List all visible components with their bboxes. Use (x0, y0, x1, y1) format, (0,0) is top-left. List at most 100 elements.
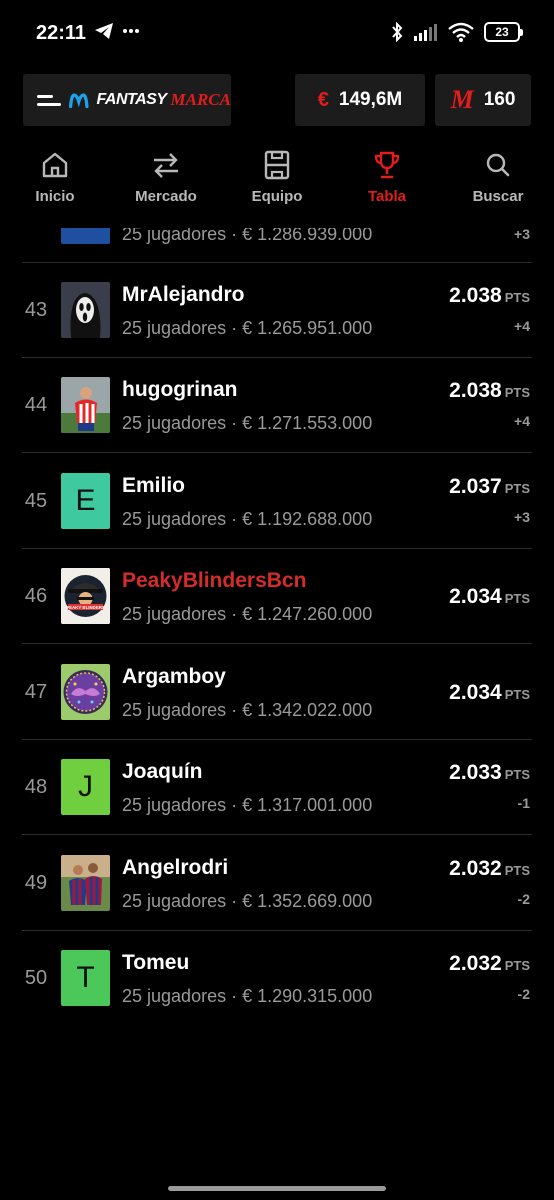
points-diff: -2 (517, 891, 530, 907)
marca-m-icon: M (450, 85, 474, 114)
points: 2.038 PTS (449, 284, 530, 308)
team-meta: 25 jugadores · € 1.342.022.000 (122, 700, 373, 720)
rank: 49 (24, 872, 48, 894)
list-item[interactable]: 43 MrAlejandro 25 jugadores · € 1.265.95… (0, 263, 554, 358)
team-name: PeakyBlindersBcn (122, 569, 307, 592)
main-tabs: Inicio Mercado Equipo Tabla Buscar (0, 150, 554, 222)
app-header: FANTASY MARCA € 149,6M M 160 (0, 74, 554, 126)
points-diff: +3 (514, 228, 530, 242)
avatar (61, 282, 110, 338)
status-bar: 22:11 23 (0, 0, 554, 66)
rank: 47 (24, 681, 48, 703)
points-diff: +3 (514, 509, 530, 525)
team-name: MrAlejandro (122, 283, 245, 306)
avatar (61, 377, 110, 433)
team-name: Angelrodri (122, 856, 229, 879)
team-meta: 25 jugadores · € 1.317.001.000 (122, 795, 373, 815)
wifi-icon (448, 22, 474, 42)
list-item[interactable]: 50 T Tomeu 25 jugadores · € 1.290.315.00… (0, 931, 554, 1026)
team-meta: 25 jugadores · € 1.290.315.000 (122, 986, 373, 1006)
ghostface-avatar-icon (61, 282, 110, 338)
points-diff: +4 (514, 413, 530, 429)
more-dots-icon (123, 29, 139, 33)
points-unit: PTS (504, 591, 530, 606)
points-unit: PTS (504, 385, 530, 400)
budget-box[interactable]: € 149,6M (295, 74, 425, 126)
players-avatar-icon (61, 855, 110, 911)
points-value: 2.034 (449, 681, 502, 704)
points-value: 2.034 (449, 585, 502, 608)
menu-icon[interactable] (37, 94, 61, 106)
team-meta: 25 jugadores · € 1.247.260.000 (122, 604, 373, 624)
field-icon (264, 150, 290, 180)
budget-value: 149,6M (338, 89, 403, 110)
points: 2.037 PTS (449, 475, 530, 499)
list-item[interactable]: 48 J Joaquín 25 jugadores · € 1.317.001.… (0, 740, 554, 835)
status-left-icons (94, 22, 140, 40)
points: 2.032 PTS (449, 952, 530, 976)
brand-menu-button[interactable]: FANTASY MARCA (23, 74, 231, 126)
rank: 45 (24, 490, 48, 512)
points-unit: PTS (504, 290, 530, 305)
avatar-letter: J (61, 759, 110, 815)
standings-list[interactable]: 25 jugadores · € 1.286.939.000 +3 43 MrA… (0, 228, 554, 1200)
svg-text:PEAKY BLINDERS: PEAKY BLINDERS (66, 605, 105, 610)
brand-fantasy-text: FANTASY (96, 91, 167, 108)
home-indicator[interactable] (168, 1186, 386, 1191)
search-icon (486, 153, 510, 177)
points-value: 2.033 (449, 761, 502, 784)
points: 2.038 PTS (449, 379, 530, 403)
battery-indicator: 23 (484, 22, 523, 42)
tab-label: Mercado (135, 188, 197, 205)
points: 2.033 PTS (449, 761, 530, 785)
avatar-letter: E (61, 473, 110, 529)
marca-points-value: 160 (483, 89, 516, 110)
tab-mercado[interactable]: Mercado (110, 150, 222, 222)
telegram-icon (95, 23, 113, 39)
trophy-icon (374, 151, 400, 179)
player-avatar-icon (61, 377, 110, 433)
team-meta: 25 jugadores · € 1.271.553.000 (122, 413, 373, 433)
movistar-m-icon (69, 93, 89, 109)
tab-label: Inicio (35, 188, 75, 205)
points: 2.032 PTS (449, 857, 530, 881)
team-name: Emilio (122, 474, 186, 497)
home-icon (42, 152, 68, 178)
tab-label: Buscar (472, 188, 524, 205)
points-value: 2.037 (449, 475, 502, 498)
tab-label: Equipo (251, 188, 303, 205)
points-unit: PTS (504, 863, 530, 878)
tab-tabla[interactable]: Tabla (332, 150, 442, 222)
points-value: 2.032 (449, 952, 502, 975)
list-item[interactable]: 49 Angelrodri 25 jugadores · € 1.352.669… (0, 836, 554, 931)
list-item[interactable]: 45 E Emilio 25 jugadores · € 1.192.688.0… (0, 454, 554, 549)
mustache-avatar-icon (61, 664, 110, 720)
list-item[interactable]: 25 jugadores · € 1.286.939.000 +3 (0, 228, 554, 263)
marca-points-box[interactable]: M 160 (435, 74, 531, 126)
avatar-letter: T (61, 950, 110, 1006)
points-value: 2.038 (449, 379, 502, 402)
list-item[interactable]: 47 Argamboy 25 jugadores · € 1.342.022.0… (0, 645, 554, 740)
avatar (61, 228, 110, 244)
points-diff: -1 (517, 795, 530, 811)
bluetooth-icon (392, 22, 403, 42)
points-unit: PTS (504, 958, 530, 973)
tab-buscar[interactable]: Buscar (442, 150, 554, 222)
signal-icon (414, 24, 437, 41)
tab-label: Tabla (367, 188, 407, 205)
points-diff: -2 (517, 986, 530, 1002)
rank: 44 (24, 394, 48, 416)
tab-inicio[interactable]: Inicio (0, 150, 110, 222)
points: 2.034 PTS (449, 585, 530, 609)
points-unit: PTS (504, 481, 530, 496)
points-unit: PTS (504, 767, 530, 782)
tab-equipo[interactable]: Equipo (222, 150, 332, 222)
avatar: PEAKY BLINDERS (61, 568, 110, 624)
team-name: Tomeu (122, 951, 190, 974)
team-name: hugogrinan (122, 378, 238, 401)
list-item[interactable]: 44 hugogrinan 25 jugadores · € 1.271.553… (0, 358, 554, 453)
list-item[interactable]: 46 PEAKY BLINDERS PeakyBlindersBcn 25 ju… (0, 549, 554, 644)
team-meta: 25 jugadores · € 1.352.669.000 (122, 891, 373, 911)
brand-marca-text: MARCA (170, 90, 231, 109)
points: 2.034 PTS (449, 681, 530, 705)
